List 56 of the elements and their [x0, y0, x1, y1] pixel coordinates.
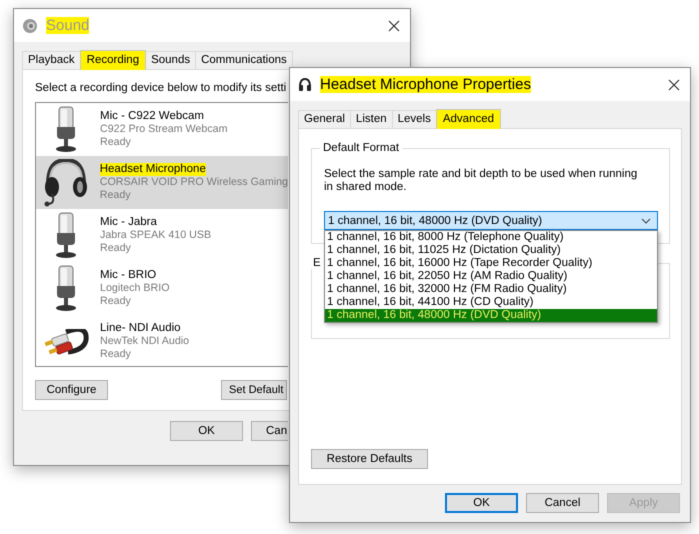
headset-icon	[298, 76, 312, 92]
speaker-icon	[22, 18, 38, 34]
device-description: Logitech BRIO	[100, 282, 170, 295]
device-row[interactable]: Headset Microphone CORSAIR VOID PRO Wireless Gaming Ready	[36, 156, 288, 209]
tab[interactable]: Advanced	[436, 109, 502, 129]
instruction-text: Select a recording device below to modify its setti	[35, 82, 286, 94]
device-description: NewTek NDI Audio	[100, 335, 190, 348]
button[interactable]: Cancel	[526, 493, 599, 513]
dropdown-option[interactable]: 1 channel, 16 bit, 48000 Hz (DVD Quality)	[325, 309, 657, 322]
button[interactable]: OK	[445, 493, 518, 513]
window-title: Sound	[46, 17, 90, 34]
close-icon	[668, 78, 680, 90]
device-status: Ready	[100, 242, 131, 255]
headset-icon	[42, 158, 89, 206]
device-name: Mic - BRIO	[100, 269, 156, 282]
device-status: Ready	[100, 348, 131, 361]
window-title: Headset Microphone Properties	[320, 76, 531, 93]
device-description: C922 Pro Stream Webcam	[100, 123, 228, 136]
device-status: Ready	[100, 136, 131, 149]
chevron-down-icon	[641, 218, 651, 224]
tab[interactable]: General	[298, 110, 351, 128]
device-status: Ready	[100, 189, 131, 202]
button[interactable]: OK	[170, 421, 243, 441]
device-description: Jabra SPEAK 410 USB	[100, 229, 212, 242]
dropdown-option[interactable]: 1 channel, 16 bit, 32000 Hz (FM Radio Quality)	[325, 283, 657, 296]
device-name: Line- NDI Audio	[100, 322, 181, 335]
button[interactable]: Configure	[35, 380, 108, 400]
button[interactable]: Set Default	[221, 380, 287, 400]
device-row[interactable]: Mic - Jabra Jabra SPEAK 410 USB Ready	[36, 209, 288, 262]
microphone-icon	[55, 106, 77, 153]
device-row[interactable]: Mic - C922 Webcam C922 Pro Stream Webcam Ready	[36, 103, 288, 156]
dropdown-option[interactable]: 1 channel, 16 bit, 8000 Hz (Telephone Quality)	[325, 231, 657, 244]
dropdown-option[interactable]: 1 channel, 16 bit, 11025 Hz (Dictation Quality)	[325, 244, 657, 257]
group-label: Default Format	[322, 142, 400, 154]
button[interactable]: Can	[251, 421, 288, 441]
group-label: E	[312, 257, 322, 269]
device-row[interactable]: Mic - BRIO Logitech BRIO Ready	[36, 262, 288, 315]
microphone-icon	[55, 265, 77, 312]
device-description: CORSAIR VOID PRO Wireless Gaming	[100, 176, 288, 189]
device-status: Ready	[100, 295, 131, 308]
microphone-icon	[55, 212, 77, 259]
close-icon	[388, 20, 400, 32]
dropdown-option[interactable]: 1 channel, 16 bit, 44100 Hz (CD Quality)	[325, 296, 657, 309]
device-name: Mic - Jabra	[100, 216, 157, 229]
tab[interactable]: Playback	[22, 51, 81, 69]
device-name: Headset Microphone	[100, 163, 206, 176]
dropdown-option[interactable]: 1 channel, 16 bit, 16000 Hz (Tape Recorder Quality)	[325, 257, 657, 270]
tab[interactable]: Recording	[80, 50, 146, 70]
dropdown-option[interactable]: 1 channel, 16 bit, 22050 Hz (AM Radio Quality)	[325, 270, 657, 283]
description-text: Select the sample rate and bit depth to be used when running in shared mode.	[324, 168, 638, 194]
audio-cable-icon	[44, 328, 88, 354]
device-name: Mic - C922 Webcam	[100, 110, 204, 123]
device-row[interactable]: Line- NDI Audio NewTek NDI Audio Ready	[36, 315, 288, 366]
format-dropdown[interactable]: 1 channel, 16 bit, 48000 Hz (DVD Quality)	[324, 211, 658, 230]
button[interactable]: Restore Defaults	[311, 449, 428, 469]
tab[interactable]: Communications	[195, 51, 293, 69]
